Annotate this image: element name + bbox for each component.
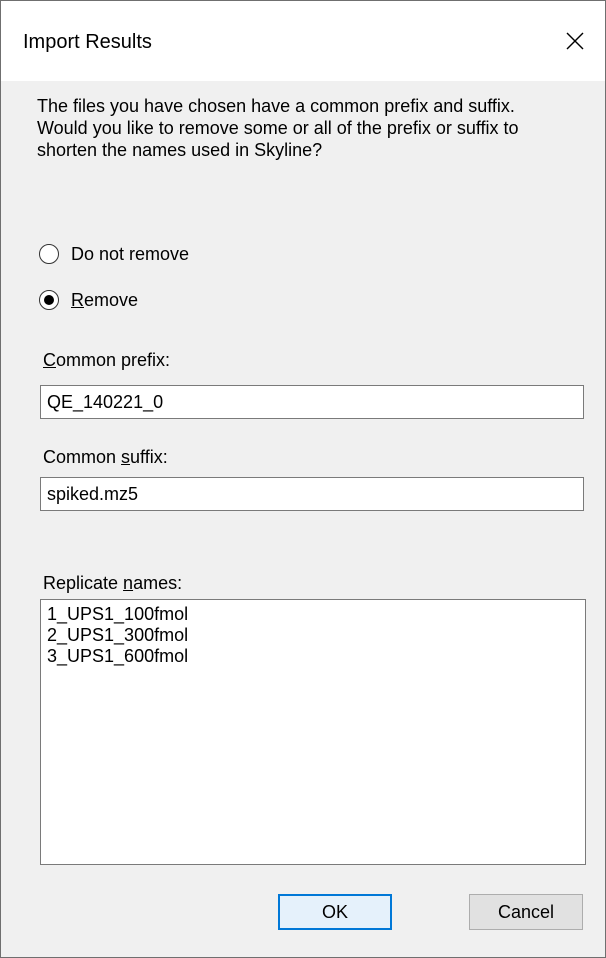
ok-button[interactable]: OK [278, 894, 392, 930]
radio-circle-unselected-icon [39, 244, 59, 264]
common-suffix-input[interactable] [40, 477, 584, 511]
radio-do-not-remove-label: Do not remove [71, 243, 190, 264]
dialog-title: Import Results [23, 31, 152, 53]
cancel-button[interactable]: Cancel [469, 894, 583, 930]
radio-do-not-remove[interactable]: Do not remove [39, 240, 189, 268]
list-item[interactable]: 1_UPS1_100fmol [47, 604, 579, 625]
message-line-2: Would you like to remove some or all of … [37, 118, 519, 160]
replicate-names-label: Replicate names: [43, 573, 183, 593]
message-text: The files you have chosen have a common … [37, 95, 577, 161]
radio-dot-icon [44, 295, 54, 305]
list-item[interactable]: 2_UPS1_300fmol [47, 625, 579, 646]
close-icon [565, 31, 585, 51]
list-item[interactable]: 3_UPS1_600fmol [47, 646, 579, 667]
replicate-names-list[interactable]: 1_UPS1_100fmol 2_UPS1_300fmol 3_UPS1_600… [40, 599, 586, 865]
title-bar: Import Results [1, 1, 605, 81]
radio-remove[interactable]: Remove [39, 286, 138, 314]
radio-remove-label: Remove [71, 289, 139, 310]
import-results-dialog: Import Results The files you have chosen… [0, 0, 606, 958]
common-suffix-label: Common suffix: [43, 447, 168, 467]
radio-circle-selected-icon [39, 290, 59, 310]
common-prefix-label: Common prefix: [43, 350, 171, 370]
common-prefix-input[interactable] [40, 385, 584, 419]
close-button[interactable] [545, 1, 605, 81]
message-line-1: The files you have chosen have a common … [37, 96, 515, 116]
